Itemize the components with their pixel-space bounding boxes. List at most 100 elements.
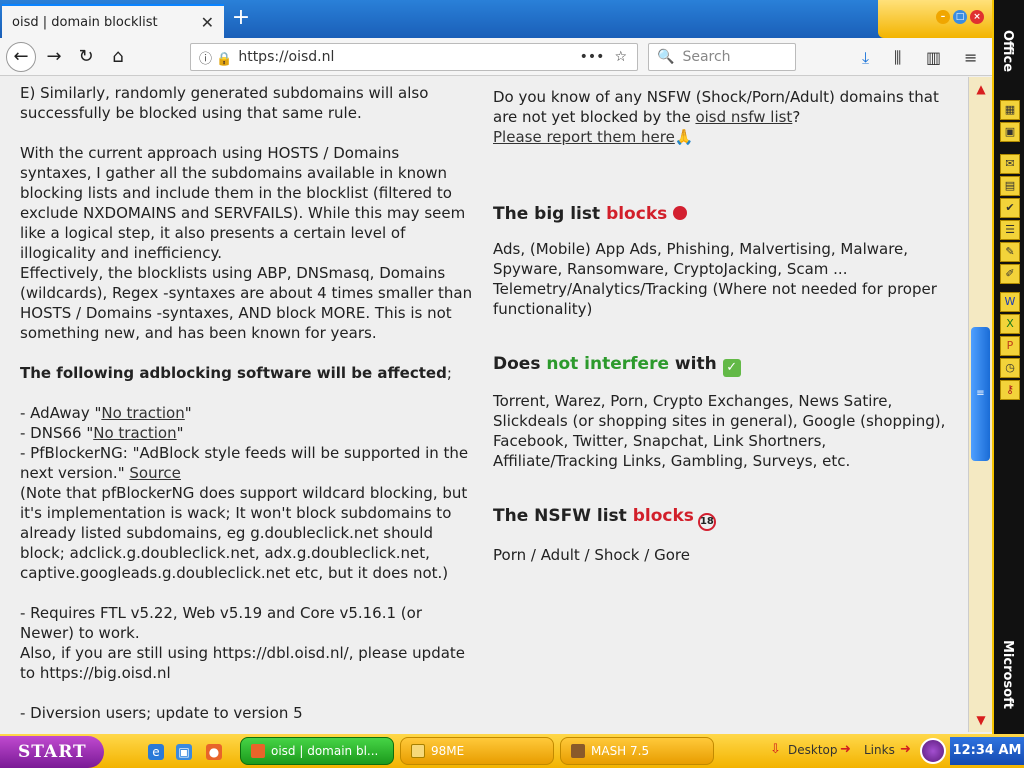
search-placeholder: Search — [682, 49, 731, 65]
tray-orb-icon[interactable] — [920, 738, 946, 764]
scroll-down-icon[interactable]: ▼ — [972, 712, 990, 728]
nsfw-list-text: Porn / Adult / Shock / Gore — [493, 546, 690, 564]
ie-icon[interactable]: e — [148, 744, 164, 760]
calendar-icon[interactable]: ▤ — [1000, 176, 1020, 196]
paragraph-blocklist-size: Effectively, the blocklists using ABP, D… — [20, 264, 473, 342]
office-shortcut-bar: Office ▦ ▣ ✉ ▤ ✔ ☰ ✎ ✐ W X P ◷ ⚷ Microso… — [992, 0, 1024, 734]
left-column: E) Similarly, randomly generated subdoma… — [20, 83, 475, 723]
notes-icon[interactable]: ✐ — [1000, 264, 1020, 284]
desktop-arrow-icon: ⇩ — [770, 742, 781, 757]
paragraph-random-subdomains: E) Similarly, randomly generated subdoma… — [20, 84, 429, 122]
download-icon[interactable]: ⤓ — [862, 48, 869, 68]
url-bar[interactable]: ⓘ 🔒 https://oisd.nl ••• ☆ — [190, 43, 638, 71]
task-oisd-label: oisd | domain bl... — [271, 744, 379, 758]
clock[interactable]: 12:34 AM — [950, 737, 1024, 765]
journal-icon[interactable]: ✎ — [1000, 242, 1020, 262]
home-button[interactable]: ⌂ — [104, 43, 132, 71]
dns66-prefix: - DNS66 " — [20, 424, 94, 442]
info-lock-icon[interactable]: ⓘ 🔒 — [199, 48, 232, 67]
adaway-link[interactable]: No traction — [101, 404, 184, 422]
reload-button[interactable]: ↻ — [72, 43, 100, 71]
browser-window: oisd | domain blocklist ✕ + – □ × ← → ↻ … — [0, 0, 992, 734]
nsfw-list-section: The NSFW list blocks 18 Porn / Adult / Sh… — [493, 505, 953, 565]
affected-heading: The following adblocking software will b… — [20, 363, 475, 383]
vertical-scrollbar[interactable]: ▲ ≡ ▼ — [968, 77, 992, 732]
taskbar: START e ▣ ● oisd | domain bl... 98ME MAS… — [0, 734, 1024, 768]
back-button[interactable]: ← — [6, 42, 36, 72]
affected-bold: The following adblocking software will b… — [20, 364, 447, 382]
report-link[interactable]: Please report them here — [493, 128, 675, 146]
oisd-nsfw-list-link[interactable]: oisd nsfw list — [695, 108, 792, 126]
links-arrow-icon: ➜ — [840, 742, 851, 757]
sidebar-icon[interactable]: ▥ — [926, 48, 941, 67]
folder-icon — [411, 744, 425, 758]
pfblocker-note: (Note that pfBlockerNG does support wild… — [20, 484, 468, 582]
list-item-adaway: - AdAway "No traction" — [20, 403, 475, 423]
no-under-18-icon: 18 — [697, 513, 716, 531]
library-icon[interactable]: ⫼ — [894, 48, 901, 68]
office-button-2[interactable]: ▣ — [1000, 122, 1020, 142]
task-mash[interactable]: MASH 7.5 — [560, 737, 714, 765]
new-tab-button[interactable]: + — [230, 6, 252, 32]
start-button[interactable]: START — [0, 736, 104, 768]
tab-bar: oisd | domain blocklist ✕ + – □ × — [0, 0, 992, 38]
firefox-task-icon — [251, 744, 265, 758]
word-icon[interactable]: W — [1000, 292, 1020, 312]
maximize-button[interactable]: □ — [953, 10, 967, 24]
nsfw-blocks: blocks — [632, 506, 694, 526]
firefox-icon[interactable]: ● — [206, 744, 222, 760]
excel-icon[interactable]: X — [1000, 314, 1020, 334]
task-oisd[interactable]: oisd | domain bl... — [240, 737, 394, 765]
not-interfere-section: Does not interfere with ✓ Torrent, Warez,… — [493, 353, 953, 471]
scroll-up-icon[interactable]: ▲ — [972, 81, 990, 97]
menu-icon[interactable]: ≡ — [964, 48, 977, 67]
access-icon[interactable]: ⚷ — [1000, 380, 1020, 400]
search-icon: 🔍 — [657, 49, 675, 65]
dbl-update-note: Also, if you are still using https://dbl… — [20, 644, 466, 682]
task-98me-label: 98ME — [431, 744, 465, 758]
mail-icon[interactable]: ✉ — [1000, 154, 1020, 174]
close-window-button[interactable]: × — [970, 10, 984, 24]
scrollbar-thumb[interactable]: ≡ — [971, 327, 990, 461]
tab-oisd[interactable]: oisd | domain blocklist ✕ — [2, 4, 224, 38]
pfblocker-source-link[interactable]: Source — [129, 464, 181, 482]
list-item-dns66: - DNS66 "No traction" — [20, 423, 475, 443]
tasks-icon[interactable]: ✔ — [1000, 198, 1020, 218]
bookmark-star-icon[interactable]: ☆ — [614, 49, 627, 65]
big-list-text: Ads, (Mobile) App Ads, Phishing, Malvert… — [493, 240, 937, 318]
paragraph-current-approach: With the current approach using HOSTS / … — [20, 144, 466, 262]
big-list-blocks: blocks — [606, 204, 668, 224]
mash-icon — [571, 744, 585, 758]
nav-bar: ← → ↻ ⌂ ⓘ 🔒 https://oisd.nl ••• ☆ 🔍 Sear… — [0, 38, 992, 76]
forward-button[interactable]: → — [40, 43, 68, 71]
tab-close-icon[interactable]: ✕ — [201, 13, 214, 32]
office-button-1[interactable]: ▦ — [1000, 100, 1020, 120]
url-text[interactable]: https://oisd.nl — [238, 49, 579, 65]
adaway-suffix: " — [184, 404, 192, 422]
page-actions-icon[interactable]: ••• — [580, 49, 605, 65]
microsoft-label: Microsoft — [1000, 640, 1015, 709]
desktop-quicklaunch-icon[interactable]: ▣ — [176, 744, 192, 760]
not-interfere-heading: Does not interfere with ✓ — [493, 353, 953, 377]
tray-desktop-link[interactable]: Desktop — [788, 743, 838, 757]
task-98me[interactable]: 98ME — [400, 737, 554, 765]
big-list-title: The big list — [493, 204, 607, 224]
big-list-heading: The big list blocks — [493, 203, 953, 225]
ni-title-pre: Does — [493, 354, 547, 374]
dns66-link[interactable]: No traction — [93, 424, 176, 442]
nsfw-report-section: Do you know of any NSFW (Shock/Porn/Adul… — [493, 87, 953, 147]
affected-tail: ; — [446, 364, 452, 382]
search-input[interactable]: 🔍 Search — [648, 43, 796, 71]
clock-icon[interactable]: ◷ — [1000, 358, 1020, 378]
contacts-icon[interactable]: ☰ — [1000, 220, 1020, 240]
check-mark-icon: ✓ — [722, 359, 741, 377]
diversion-note: - Diversion users; update to version 5 — [20, 704, 303, 722]
nsfw-title: The NSFW list — [493, 506, 633, 526]
minimize-button[interactable]: – — [936, 10, 950, 24]
nsfw-list-heading: The NSFW list blocks 18 — [493, 505, 953, 531]
adaway-prefix: - AdAway " — [20, 404, 102, 422]
powerpoint-icon[interactable]: P — [1000, 336, 1020, 356]
not-interfere-text: Torrent, Warez, Porn, Crypto Exchanges, … — [493, 392, 946, 470]
right-column: Do you know of any NSFW (Shock/Porn/Adul… — [493, 87, 953, 601]
tray-links-link[interactable]: Links — [864, 743, 895, 757]
